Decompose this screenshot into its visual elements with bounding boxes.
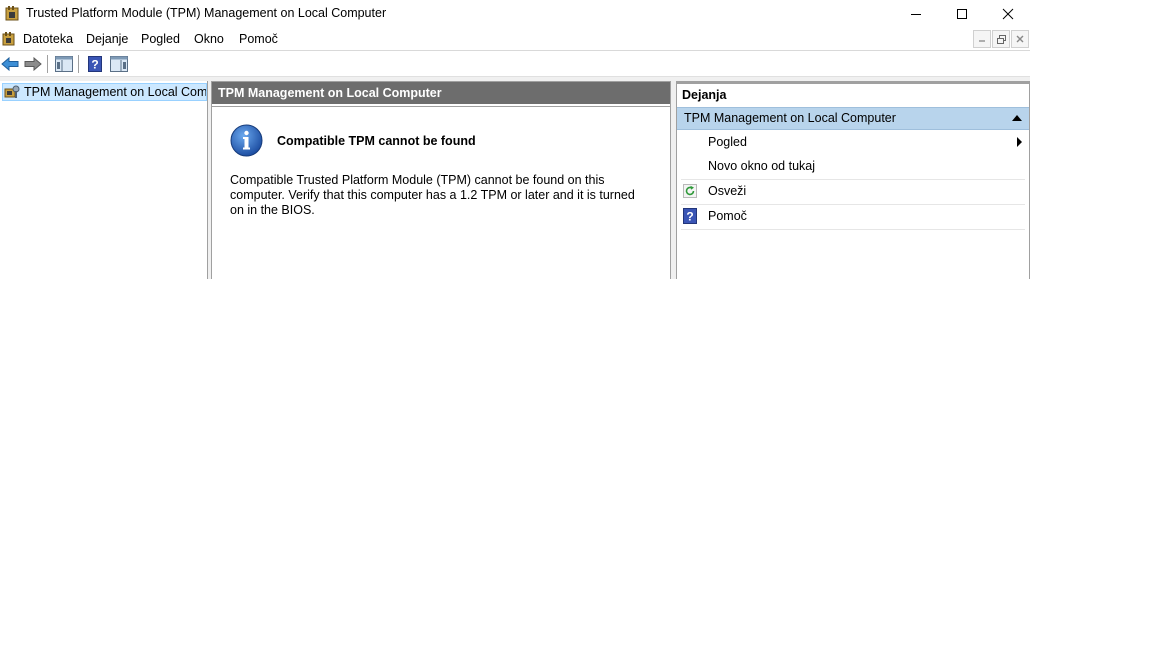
forward-button[interactable] bbox=[23, 54, 43, 74]
action-new-window[interactable]: Novo okno od tukaj bbox=[677, 154, 1029, 178]
minimize-button[interactable] bbox=[893, 0, 939, 28]
child-minimize-button[interactable] bbox=[973, 30, 991, 48]
child-close-button[interactable] bbox=[1011, 30, 1029, 48]
maximize-button[interactable] bbox=[939, 0, 985, 28]
tpm-app-icon bbox=[5, 6, 19, 21]
back-arrow-icon bbox=[1, 57, 19, 71]
actions-pane-header: Dejanja bbox=[677, 82, 1029, 106]
result-pane-body: Compatible TPM cannot be found Compatibl… bbox=[212, 106, 670, 281]
tpm-snapin-icon bbox=[4, 85, 20, 98]
action-refresh[interactable]: Osveži bbox=[677, 179, 1029, 203]
actions-section-title: TPM Management on Local Computer bbox=[684, 111, 896, 125]
minimize-icon bbox=[911, 14, 921, 15]
collapse-arrow-icon[interactable] bbox=[1012, 115, 1022, 121]
tree-item-tpm-management[interactable]: TPM Management on Local Comp bbox=[2, 83, 207, 101]
back-button[interactable] bbox=[0, 54, 20, 74]
help-button[interactable]: ? bbox=[85, 54, 105, 74]
svg-text:?: ? bbox=[91, 58, 98, 72]
action-label: Osveži bbox=[708, 184, 747, 198]
close-icon bbox=[1002, 8, 1014, 20]
child-restore-button[interactable] bbox=[992, 30, 1010, 48]
close-icon bbox=[1016, 35, 1024, 43]
actions-section-header[interactable]: TPM Management on Local Computer bbox=[677, 107, 1029, 130]
console-tree-pane: TPM Management on Local Comp bbox=[0, 81, 208, 279]
refresh-icon bbox=[683, 184, 697, 198]
result-pane-header: TPM Management on Local Computer bbox=[212, 82, 670, 104]
show-hide-console-tree-icon bbox=[55, 56, 73, 72]
show-hide-action-pane-icon bbox=[110, 56, 128, 72]
action-view[interactable]: Pogled bbox=[677, 130, 1029, 154]
action-separator bbox=[681, 229, 1025, 230]
actions-pane: Dejanja TPM Management on Local Computer… bbox=[676, 81, 1030, 279]
menu-help[interactable]: Pomoč bbox=[239, 32, 278, 46]
action-label: Pomoč bbox=[708, 209, 747, 223]
toolbar-separator bbox=[78, 55, 79, 73]
menu-bar: Datoteka Dejanje Pogled Okno Pomoč bbox=[0, 28, 1030, 51]
mmc-window: Trusted Platform Module (TPM) Management… bbox=[0, 0, 1030, 279]
show-hide-console-tree-button[interactable] bbox=[54, 54, 74, 74]
title-bar: Trusted Platform Module (TPM) Management… bbox=[0, 0, 1030, 28]
message-title: Compatible TPM cannot be found bbox=[277, 134, 476, 148]
toolbar-separator bbox=[47, 55, 48, 73]
action-label: Pogled bbox=[708, 135, 747, 149]
message-body: Compatible Trusted Platform Module (TPM)… bbox=[230, 173, 635, 217]
menu-window[interactable]: Okno bbox=[194, 32, 224, 46]
menu-file[interactable]: Datoteka bbox=[23, 32, 73, 46]
menu-view[interactable]: Pogled bbox=[141, 32, 180, 46]
help-icon: ? bbox=[683, 208, 697, 224]
window-title: Trusted Platform Module (TPM) Management… bbox=[26, 6, 387, 20]
toolbar: ? bbox=[0, 51, 1030, 77]
forward-arrow-icon bbox=[24, 57, 42, 71]
maximize-icon bbox=[957, 9, 967, 19]
action-label: Novo okno od tukaj bbox=[708, 159, 816, 173]
action-help[interactable]: ? Pomoč bbox=[677, 204, 1029, 228]
tree-item-label: TPM Management on Local Comp bbox=[24, 85, 207, 99]
result-pane: TPM Management on Local Computer Compati… bbox=[211, 81, 671, 279]
system-menu-icon[interactable] bbox=[2, 32, 15, 46]
menu-action[interactable]: Dejanje bbox=[86, 32, 128, 46]
minimize-icon bbox=[979, 40, 985, 42]
svg-text:?: ? bbox=[686, 210, 693, 224]
restore-icon bbox=[996, 34, 1006, 44]
info-icon bbox=[230, 124, 263, 157]
show-hide-action-pane-button[interactable] bbox=[109, 54, 129, 74]
close-button[interactable] bbox=[985, 0, 1031, 28]
help-icon: ? bbox=[88, 56, 102, 72]
submenu-arrow-icon bbox=[1017, 137, 1022, 147]
